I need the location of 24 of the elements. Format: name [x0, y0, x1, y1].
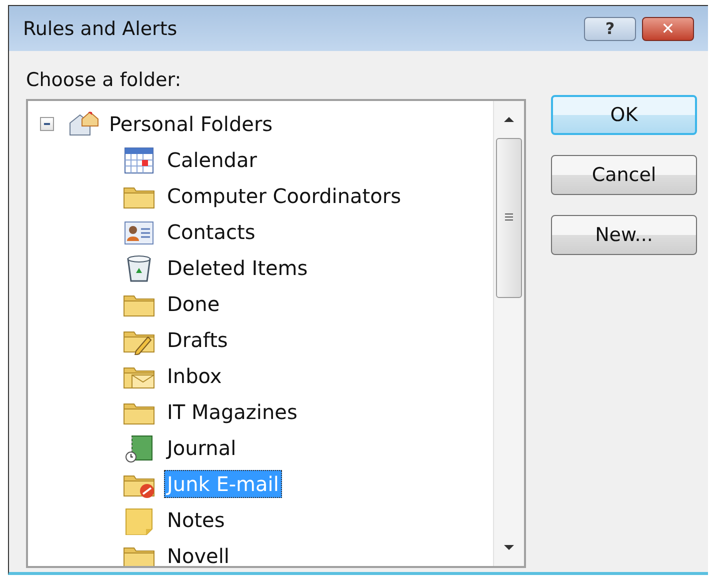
tree-item[interactable]: Novell [164, 542, 232, 566]
tree-item[interactable]: Contacts [164, 218, 258, 246]
dialog-button[interactable]: New... [551, 215, 697, 255]
folder-label: Choose a folder: [26, 69, 182, 91]
dialog-button[interactable]: Cancel [551, 155, 697, 195]
tree-item[interactable]: Done [164, 290, 223, 318]
tree-item[interactable]: Drafts [164, 326, 231, 354]
tree-item[interactable]: Computer Coordinators [164, 182, 404, 210]
scroll-up-arrow-icon [504, 117, 514, 122]
tree-item[interactable]: IT Magazines [164, 398, 300, 426]
dialog-button[interactable]: OK [551, 95, 697, 135]
scroll-down-arrow-icon [504, 545, 514, 550]
grip-icon [504, 213, 514, 223]
tree-item[interactable]: Notes [164, 506, 228, 534]
tree-item[interactable]: Deleted Items [164, 254, 311, 282]
calendar-icon [122, 145, 156, 175]
scrollbar-thumb[interactable] [496, 138, 522, 298]
tree-item[interactable]: Journal [164, 434, 240, 462]
help-button[interactable]: ? [584, 16, 636, 40]
window-title: Rules and Alerts [23, 18, 178, 40]
tree-item[interactable]: Personal Folders [106, 110, 276, 138]
collapse-toggle[interactable] [40, 117, 54, 131]
tree-item[interactable]: Inbox [164, 362, 225, 390]
tree-item[interactable]: Calendar [164, 146, 260, 174]
